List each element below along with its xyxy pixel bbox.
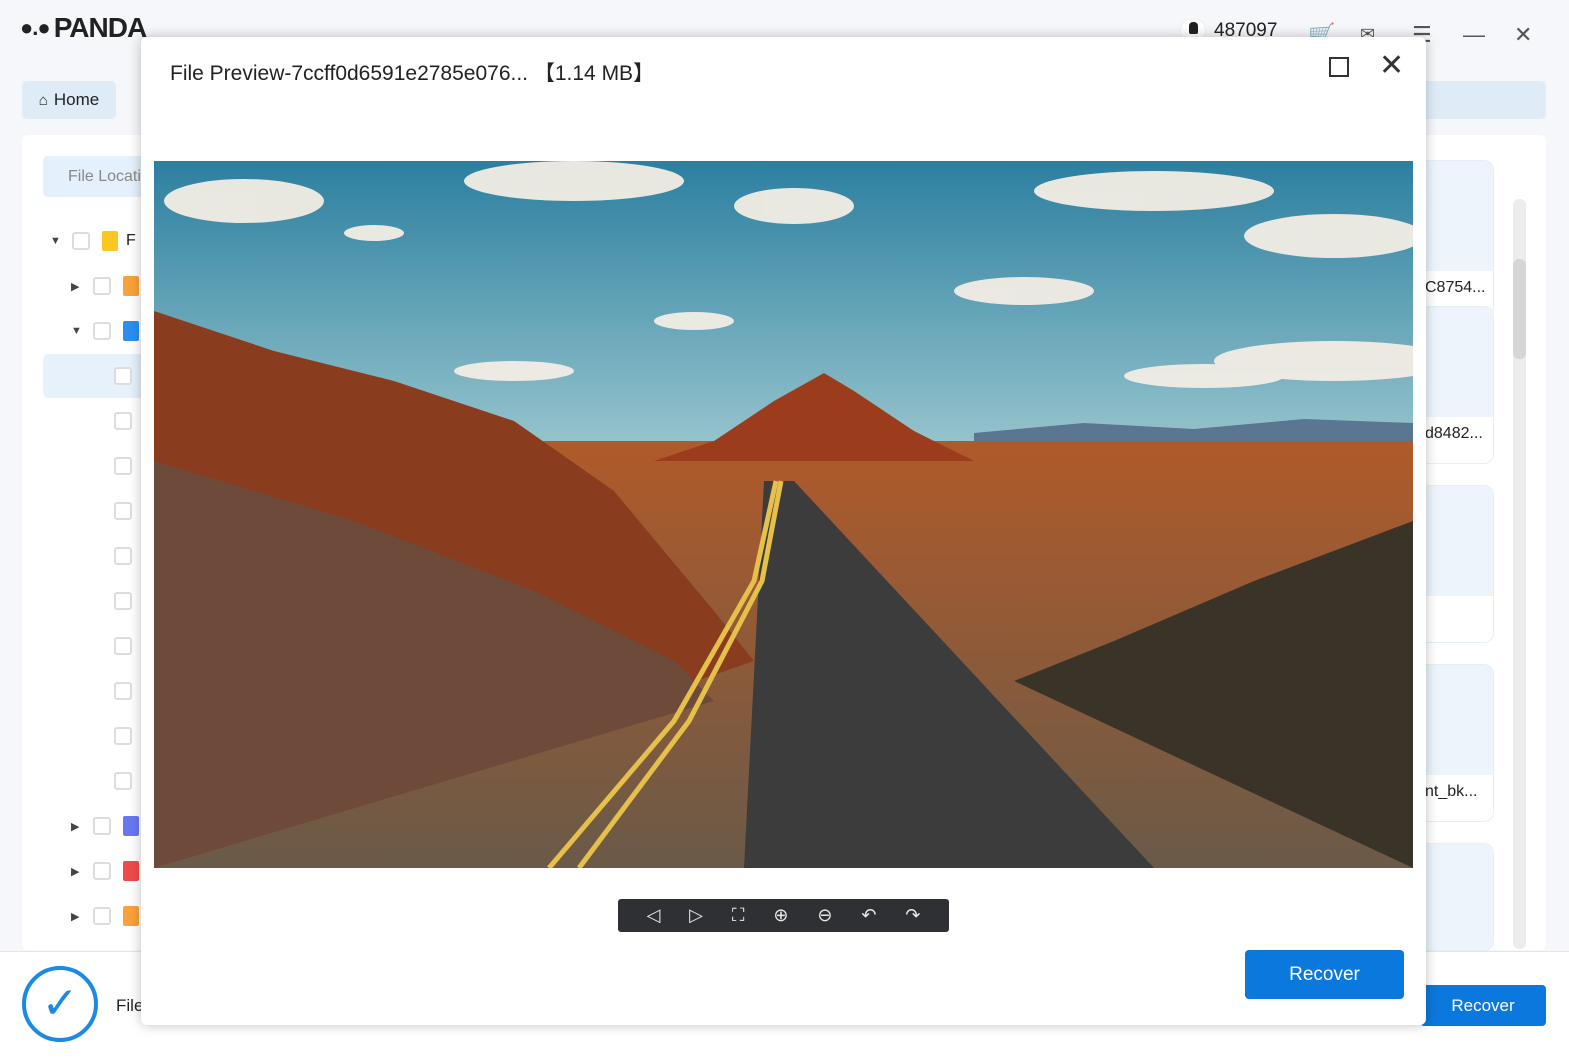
checkbox[interactable] (93, 277, 111, 295)
caret-down-icon[interactable]: ▼ (71, 325, 83, 337)
music-icon (123, 861, 139, 881)
checkbox[interactable] (114, 727, 132, 745)
next-icon[interactable]: ▷ (689, 905, 703, 926)
caret-right-icon[interactable]: ▶ (71, 910, 83, 923)
tree-item[interactable]: ▶ (71, 804, 139, 848)
checkbox[interactable] (93, 862, 111, 880)
caret-down-icon[interactable]: ▼ (50, 235, 62, 247)
minimize-icon[interactable]: — (1463, 22, 1485, 48)
zoom-out-icon[interactable]: ⊖ (817, 905, 832, 926)
home-icon: ⌂ (38, 91, 48, 109)
close-icon[interactable]: ✕ (1514, 22, 1532, 48)
archive-icon (123, 906, 139, 926)
tree-item[interactable]: ▼ F (50, 219, 136, 263)
video-icon (123, 816, 139, 836)
tree-item[interactable]: ▶ (71, 264, 139, 308)
checkbox[interactable] (114, 772, 132, 790)
recover-button-main[interactable]: Recover (1420, 985, 1546, 1026)
folder-icon (102, 231, 118, 251)
zoom-in-icon[interactable]: ⊕ (773, 905, 788, 926)
checkbox[interactable] (93, 907, 111, 925)
checkbox[interactable] (114, 367, 132, 385)
checkbox[interactable] (114, 502, 132, 520)
scan-complete-icon: ✓ (22, 966, 98, 1042)
recover-button[interactable]: Recover (1245, 950, 1404, 999)
caret-right-icon[interactable]: ▶ (71, 865, 83, 878)
checkbox[interactable] (114, 457, 132, 475)
checkbox[interactable] (93, 817, 111, 835)
bottom-file-label: File (116, 996, 144, 1015)
checkbox[interactable] (114, 412, 132, 430)
caret-right-icon[interactable]: ▶ (71, 820, 83, 833)
dialog-close-icon[interactable]: ✕ (1379, 51, 1404, 81)
fullscreen-icon[interactable]: ⛶ (732, 905, 745, 926)
image-toolbar: ◁ ▷ ⛶ ⊕ ⊖ ↶ ↷ (618, 899, 949, 932)
document-icon (123, 276, 139, 296)
scrollbar[interactable] (1513, 199, 1526, 949)
tree-item[interactable]: ▼ (71, 309, 139, 353)
checkbox[interactable] (114, 637, 132, 655)
app-logo: ●.● PANDA (20, 12, 147, 43)
cloud-icon (123, 321, 139, 341)
rotate-right-icon[interactable]: ↷ (905, 905, 920, 926)
checkbox[interactable] (114, 682, 132, 700)
previous-icon[interactable]: ◁ (646, 905, 660, 926)
caret-right-icon[interactable]: ▶ (71, 280, 83, 293)
preview-image (154, 161, 1413, 868)
maximize-icon[interactable] (1329, 57, 1349, 77)
folder-label: F (126, 232, 136, 249)
checkbox[interactable] (72, 232, 90, 250)
checkbox[interactable] (93, 322, 111, 340)
file-size: 【1.14 MB】 (533, 62, 655, 85)
dialog-title: File Preview-7ccff0d6591e2785e076... 【1.… (170, 62, 655, 85)
scrollbar-thumb[interactable] (1513, 259, 1526, 359)
home-tab[interactable]: ⌂ Home (22, 81, 116, 119)
tree-item[interactable]: ▶ (71, 849, 139, 893)
rotate-left-icon[interactable]: ↶ (861, 905, 876, 926)
checkbox[interactable] (114, 547, 132, 565)
checkbox[interactable] (114, 592, 132, 610)
file-preview-dialog: File Preview-7ccff0d6591e2785e076... 【1.… (141, 37, 1426, 1025)
tree-item[interactable]: ▶ (71, 894, 139, 938)
panda-icon: ●.● (20, 15, 51, 40)
